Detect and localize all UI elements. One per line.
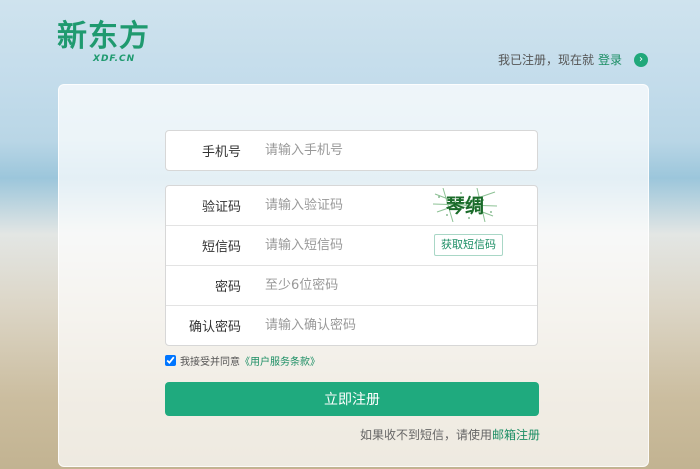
arrow-right-circle-icon[interactable]: › [634,52,648,67]
email-register-link[interactable]: 邮箱注册 [492,428,540,442]
password-label: 密码 [214,280,241,295]
phone-row: 手机号 [166,131,537,170]
sms-row: 短信码 获取短信码 [166,226,537,266]
confirm-password-label: 确认密码 [188,320,241,335]
terms-checkbox[interactable] [165,355,176,366]
brand-name: 新东方 [57,19,150,54]
terms-agreement: 我接受并同意 《用户服务条款》 [165,353,320,368]
confirm-password-row: 确认密码 [166,306,537,345]
email-register-tip-text: 如果收不到短信，请使用 [359,428,492,442]
sms-label: 短信码 [201,240,241,255]
details-group: 验证码 琴绸 短信码 [165,185,538,346]
password-row: 密码 [166,266,537,306]
phone-label: 手机号 [201,145,241,160]
captcha-text: 琴绸 [445,194,484,217]
sms-input[interactable] [263,237,437,254]
email-register-tip: 如果收不到短信，请使用邮箱注册 [360,426,540,443]
register-panel: 手机号 验证码 琴绸 [58,84,649,467]
password-input[interactable] [263,277,437,294]
brand-logo[interactable]: 新东方 XDF.CN [57,19,150,65]
terms-link[interactable]: 《用户服务条款》 [240,353,320,368]
login-prompt: 我已注册，现在就 登录 › [498,51,648,68]
login-link[interactable]: 登录 [598,51,622,68]
phone-group: 手机号 [165,130,538,171]
get-sms-code-button[interactable]: 获取短信码 [434,234,503,256]
captcha-row: 验证码 琴绸 [166,186,537,226]
terms-text: 我接受并同意 [180,357,240,368]
captcha-image[interactable]: 琴绸 [433,188,497,222]
brand-domain: XDF.CN [93,54,136,64]
login-prompt-text: 我已注册，现在就 [497,53,594,67]
confirm-password-input[interactable] [263,317,437,334]
captcha-label: 验证码 [201,200,241,215]
register-button[interactable]: 立即注册 [165,382,539,416]
phone-input[interactable] [263,142,437,159]
captcha-input[interactable] [263,197,437,214]
